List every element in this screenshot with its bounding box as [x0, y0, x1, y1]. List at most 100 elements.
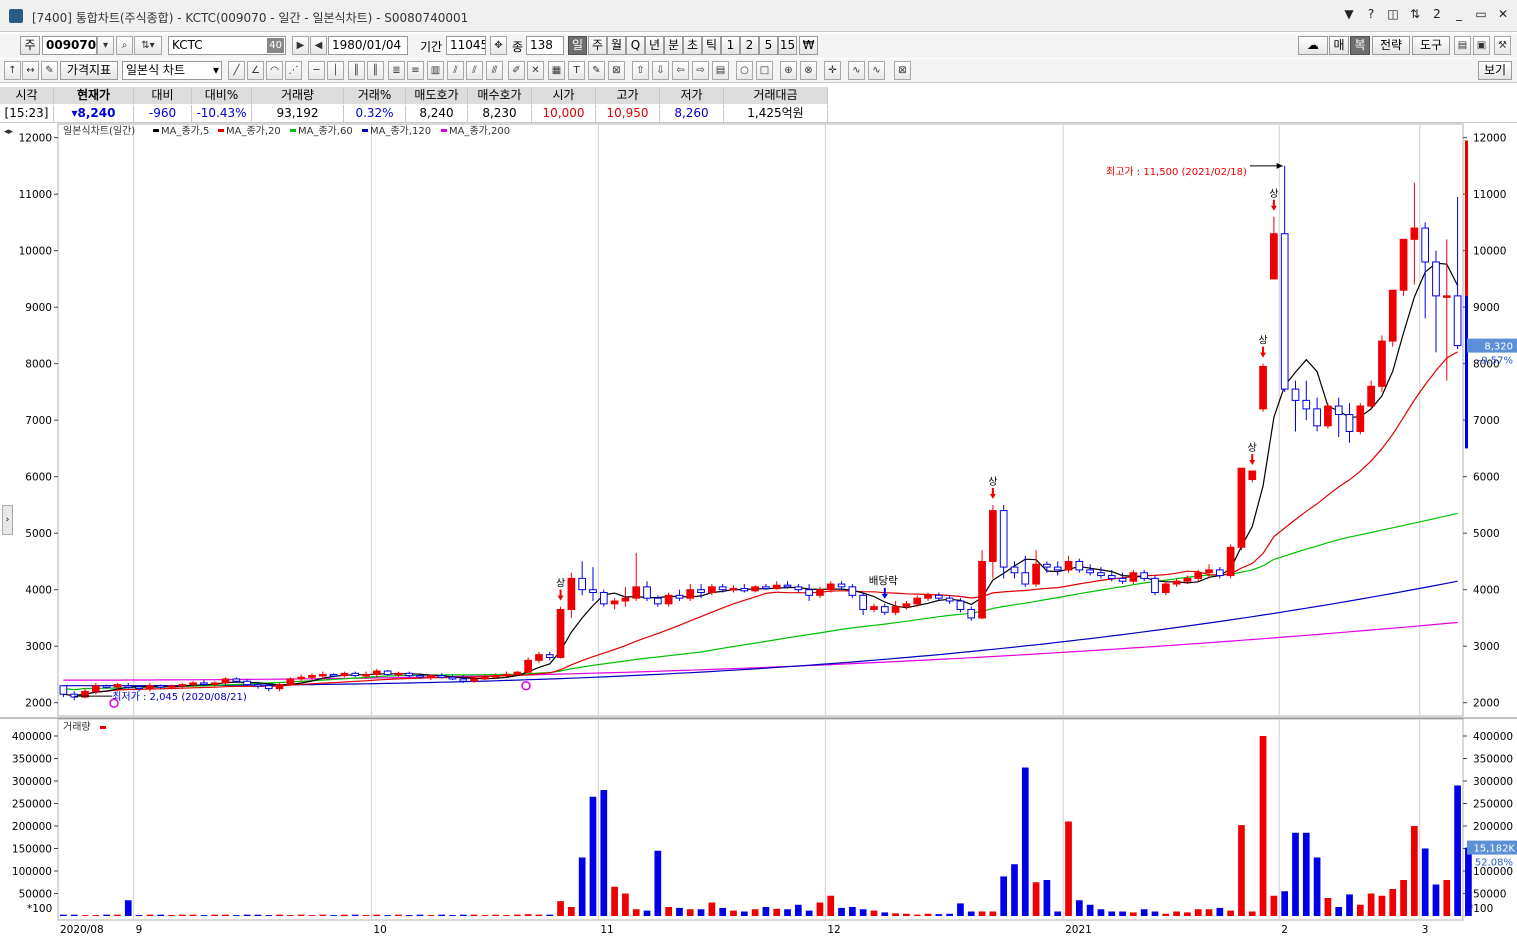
period-btn-minute[interactable]: 분: [664, 36, 683, 55]
angle-tool-icon[interactable]: ∠: [247, 61, 264, 80]
market-select[interactable]: 주: [20, 36, 40, 55]
period-input[interactable]: 11045: [446, 36, 486, 55]
stock-code-input[interactable]: 009070: [42, 36, 97, 55]
help-icon[interactable]: ?: [1363, 6, 1379, 22]
text-icon[interactable]: T: [568, 61, 585, 80]
date-input[interactable]: 1980/01/04: [328, 36, 408, 55]
chart-area[interactable]: 2020/08 9 10 11 12 2021 2 3 2000 2000 3000 3000 4000…: [0, 122, 1517, 938]
y-axis-label-left: 2000: [25, 698, 52, 710]
volume-bar: [773, 908, 781, 916]
volume-bar: [1065, 821, 1072, 916]
candle-up: [308, 675, 316, 678]
arrow-left-shape-icon[interactable]: ⇦: [672, 61, 689, 80]
indicator-button[interactable]: 가격지표: [60, 61, 118, 80]
tile-icon[interactable]: ◫: [1385, 6, 1401, 22]
volume-bar: [1443, 880, 1451, 916]
cycle-tool-icon[interactable]: ║: [367, 61, 384, 80]
volume-bar: [60, 914, 67, 916]
parallel-icon[interactable]: ⫽: [466, 61, 483, 80]
volume-bar: [351, 914, 359, 916]
quote-change-pct: -10.43%: [192, 105, 252, 122]
volume-bar: [892, 913, 899, 916]
code-dropdown-icon[interactable]: ▾: [97, 36, 114, 55]
close-icon[interactable]: ✕: [1495, 6, 1511, 22]
candle-down: [589, 589, 597, 594]
chart-type-select[interactable]: 일본식 차트 ▾: [122, 61, 222, 80]
link-icon[interactable]: ⇅: [1407, 6, 1423, 22]
arrow-down-shape-icon[interactable]: ⇩: [652, 61, 669, 80]
search-icon[interactable]: ⌕: [116, 36, 133, 55]
volume-axis-label-left: 350000: [12, 754, 52, 766]
trend-channel-icon[interactable]: ⫽: [447, 61, 464, 80]
gann-grid-icon[interactable]: ≡: [407, 61, 424, 80]
interval-btn-2[interactable]: 2: [740, 36, 759, 55]
andrews-icon[interactable]: ⫻: [486, 61, 503, 80]
zoom-icon[interactable]: ⊕: [780, 61, 797, 80]
arrow-lr-icon[interactable]: ↔: [22, 61, 39, 80]
side-panel-toggle-icon[interactable]: ›: [2, 505, 13, 535]
strategy-button[interactable]: 전략: [1372, 36, 1410, 55]
period-btn-second[interactable]: 초: [683, 36, 702, 55]
period-btn-year[interactable]: 년: [645, 36, 664, 55]
volume-bar: [1216, 907, 1224, 916]
interval-btn-1[interactable]: 1: [721, 36, 740, 55]
interval-btn-5[interactable]: 5: [759, 36, 778, 55]
candle-up: [664, 594, 673, 605]
period-btn-day[interactable]: 일: [568, 36, 587, 55]
pen-icon[interactable]: ✐: [508, 61, 525, 80]
line-tool-icon[interactable]: ╱: [228, 61, 245, 80]
tools-button[interactable]: 도구: [1412, 36, 1450, 55]
wave-icon[interactable]: ∿: [848, 61, 865, 80]
doc-icon[interactable]: ▤: [712, 61, 729, 80]
count-input[interactable]: 138: [526, 36, 564, 55]
fan-tool-icon[interactable]: ⋰: [285, 61, 302, 80]
interval-btn-15[interactable]: 15: [778, 36, 797, 55]
arrow-up-icon[interactable]: ↑: [4, 61, 21, 80]
view-button[interactable]: 보기: [1478, 61, 1512, 80]
clear-icon[interactable]: ⊠: [894, 61, 911, 80]
arc-tool-icon[interactable]: ◠: [266, 61, 283, 80]
candle-down: [1107, 575, 1116, 579]
maximize-icon[interactable]: ▭: [1473, 6, 1489, 22]
rectangle-icon[interactable]: □: [756, 61, 773, 80]
arrow-up-shape-icon[interactable]: ⇧: [632, 61, 649, 80]
period-btn-month[interactable]: 월: [607, 36, 626, 55]
hline-tool-icon[interactable]: ─: [308, 61, 325, 80]
chart-type-value: 일본식 차트: [126, 63, 186, 77]
fibo-time-icon[interactable]: ║: [348, 61, 365, 80]
circle-icon[interactable]: ○: [736, 61, 753, 80]
period-btn-quarter[interactable]: Q: [626, 36, 645, 55]
trade-button[interactable]: 매: [1329, 36, 1349, 55]
eraser-icon[interactable]: ✕: [527, 61, 544, 80]
cloud-icon[interactable]: ☁: [1298, 36, 1328, 55]
volume-bar: [1302, 832, 1310, 916]
quote-table: 시각 현재가 대비 대비% 거래량 거래% 매도호가 매수호가 시가 고가 저가…: [0, 86, 1517, 123]
stock-name-input[interactable]: KCTC 40: [168, 36, 286, 55]
screen-number[interactable]: 2: [1429, 6, 1445, 22]
zoom-reset-icon[interactable]: ⊗: [800, 61, 817, 80]
vline-tool-icon[interactable]: │: [327, 61, 344, 80]
period-btn-week[interactable]: 주: [588, 36, 607, 55]
channel-icon[interactable]: ▥: [427, 61, 444, 80]
period-btn-tick[interactable]: 틱: [702, 36, 721, 55]
edit-icon[interactable]: ✎: [41, 61, 58, 80]
fibo-retrace-icon[interactable]: ≣: [388, 61, 405, 80]
crosshair-icon[interactable]: ✛: [824, 61, 841, 80]
menu-dropdown-icon[interactable]: ▼: [1341, 6, 1357, 22]
play-prev-icon[interactable]: ◀: [310, 36, 327, 55]
arrow-right-shape-icon[interactable]: ⇨: [692, 61, 709, 80]
wrench-icon[interactable]: ⚒: [1494, 36, 1511, 55]
currency-btn[interactable]: ₩: [799, 36, 818, 55]
wave-icon-2[interactable]: ∿: [868, 61, 885, 80]
folder-icon[interactable]: ▤: [1454, 36, 1471, 55]
delete-icon[interactable]: ⊠: [608, 61, 625, 80]
sort-icon[interactable]: ⇅▾: [134, 36, 162, 55]
multi-button[interactable]: 복: [1350, 36, 1370, 55]
volume-bar: [243, 914, 251, 916]
note-icon[interactable]: ✎: [588, 61, 605, 80]
minimize-icon[interactable]: _: [1451, 6, 1467, 22]
play-next-icon[interactable]: ▶: [292, 36, 309, 55]
save-icon[interactable]: ▣: [1473, 36, 1490, 55]
move-icon[interactable]: ✥: [490, 36, 507, 55]
color-icon[interactable]: ▦: [548, 61, 565, 80]
